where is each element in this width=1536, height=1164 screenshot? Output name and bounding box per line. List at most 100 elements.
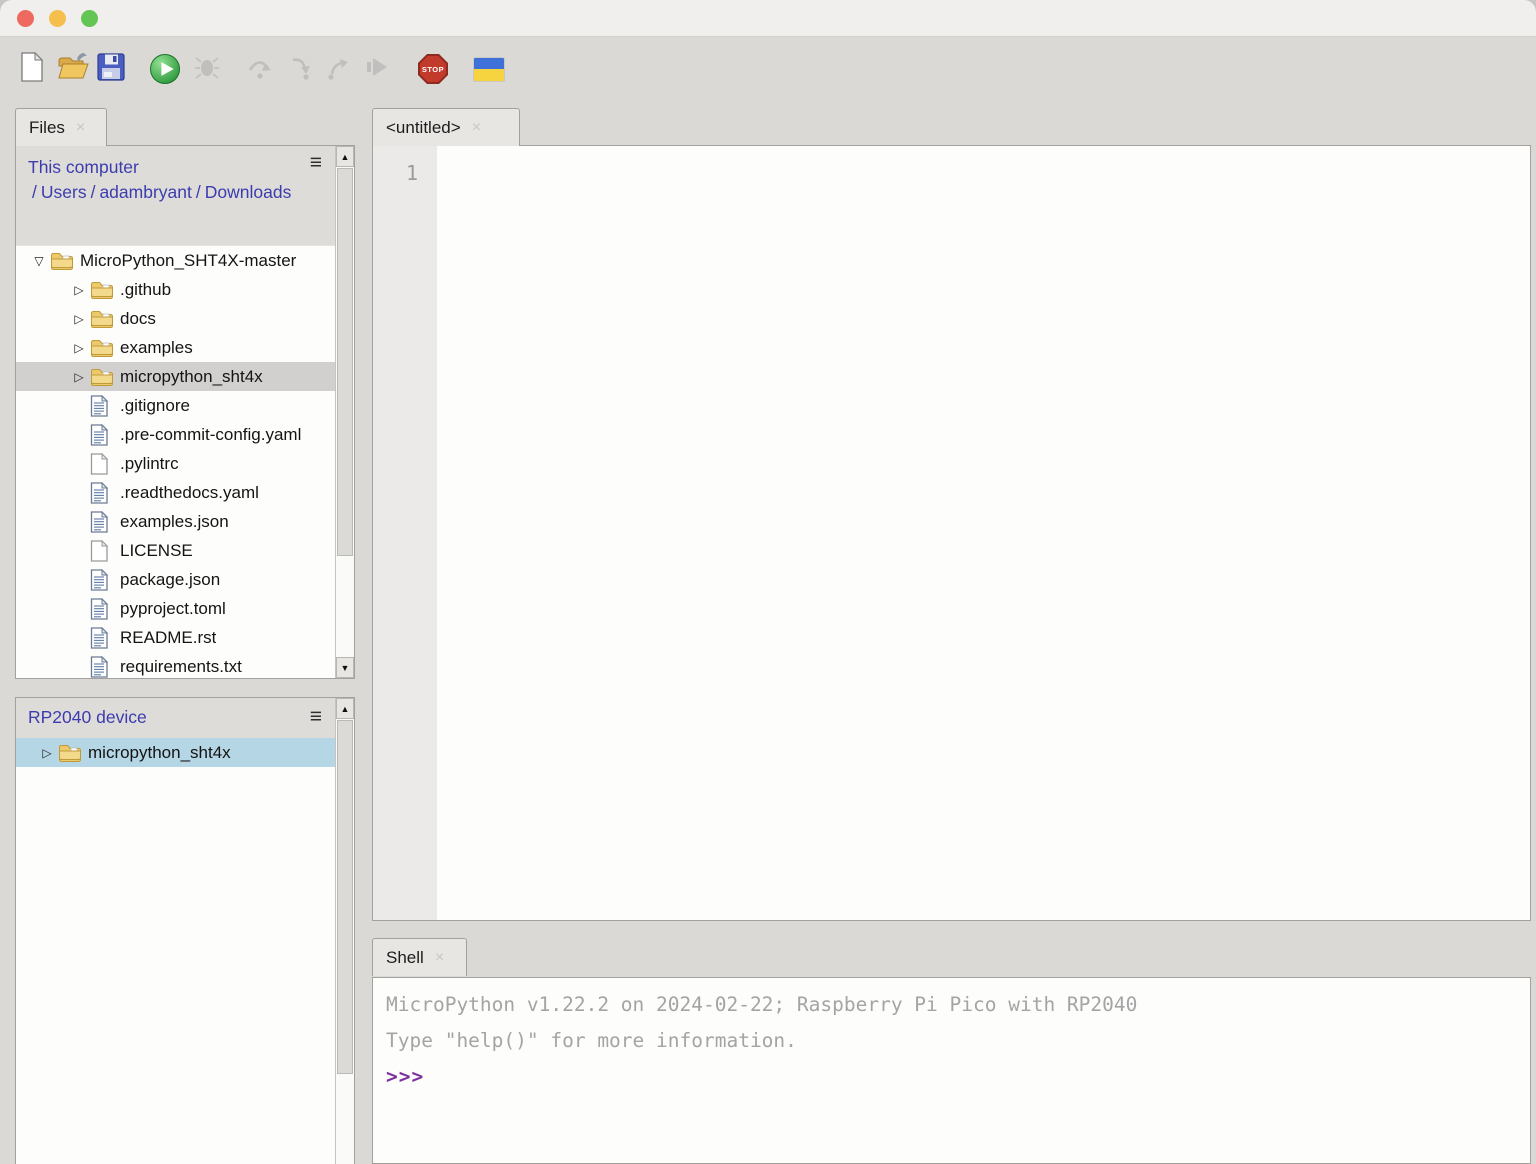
stop-restart-button[interactable]: STOP: [417, 53, 449, 85]
step-over-button[interactable]: [244, 53, 276, 85]
tree-item[interactable]: ▷ docs: [16, 304, 335, 333]
tree-item[interactable]: examples.json: [16, 507, 335, 536]
item-label: package.json: [120, 570, 220, 590]
minimize-window-button[interactable]: [49, 10, 66, 27]
tab-editor-untitled[interactable]: <untitled> ×: [372, 108, 520, 146]
item-icon: [50, 252, 74, 270]
device-panel: RP2040 device ≡ ▷ micropython_sht4x ▲: [15, 697, 355, 1164]
device-menu-button[interactable]: ≡: [310, 706, 322, 727]
tab-files[interactable]: Files ×: [15, 108, 107, 146]
tree-item[interactable]: .pylintrc: [16, 449, 335, 478]
shell-output-area[interactable]: MicroPython v1.22.2 on 2024-02-22; Raspb…: [372, 977, 1531, 1164]
tree-item[interactable]: .gitignore: [16, 391, 335, 420]
expander-triangle-icon[interactable]: ▷: [68, 341, 90, 355]
item-label: .gitignore: [120, 396, 190, 416]
breadcrumb-link[interactable]: adambryant: [99, 182, 191, 202]
line-number: 1: [373, 159, 418, 187]
item-label: pyproject.toml: [120, 599, 226, 619]
item-icon: [90, 569, 114, 591]
breadcrumb-separator: /: [91, 182, 96, 202]
new-file-button[interactable]: [16, 53, 48, 85]
item-label: micropython_sht4x: [120, 367, 263, 387]
editor-panel: 1: [372, 145, 1531, 921]
resume-icon: [364, 54, 390, 85]
item-icon: [90, 656, 114, 678]
device-scrollbar[interactable]: ▲: [335, 698, 354, 1164]
breadcrumb: This computer/Users/adambryant/Downloads: [28, 155, 283, 205]
run-button[interactable]: [149, 53, 181, 85]
item-label: README.rst: [120, 628, 216, 648]
tree-item[interactable]: requirements.txt: [16, 652, 335, 678]
item-icon: [90, 281, 114, 299]
line-number-gutter: 1: [373, 146, 437, 920]
tree-item[interactable]: ▽ MicroPython_SHT4X-master: [16, 246, 335, 275]
device-panel-header: RP2040 device ≡: [16, 698, 335, 738]
scrollbar-thumb[interactable]: [337, 168, 353, 556]
expander-triangle-icon[interactable]: ▷: [68, 283, 90, 297]
shell-prompt: >>>: [386, 1059, 1530, 1095]
shell-lines: MicroPython v1.22.2 on 2024-02-22; Raspb…: [386, 987, 1530, 1095]
item-label: examples.json: [120, 512, 229, 532]
breadcrumb-link[interactable]: Downloads: [205, 182, 292, 202]
step-out-button[interactable]: [321, 53, 353, 85]
tab-shell[interactable]: Shell ×: [372, 938, 467, 976]
breadcrumb-separator: /: [32, 182, 37, 202]
close-window-button[interactable]: [17, 10, 34, 27]
debug-button[interactable]: [191, 53, 223, 85]
scroll-up-icon[interactable]: ▲: [336, 698, 354, 719]
zoom-window-button[interactable]: [81, 10, 98, 27]
item-icon: [58, 744, 82, 762]
tree-item[interactable]: README.rst: [16, 623, 335, 652]
tab-close-icon[interactable]: ×: [472, 120, 481, 136]
tree-item[interactable]: ▷ .github: [16, 275, 335, 304]
tree-item[interactable]: ▷ examples: [16, 333, 335, 362]
title-bar[interactable]: [0, 0, 1536, 37]
scroll-down-icon[interactable]: ▼: [336, 657, 354, 678]
device-tree: ▷ micropython_sht4x: [16, 738, 335, 1164]
item-icon: [90, 482, 114, 504]
files-menu-button[interactable]: ≡: [310, 152, 322, 173]
files-scrollbar[interactable]: ▲ ▼: [335, 146, 354, 678]
tab-files-label: Files: [29, 118, 65, 138]
tree-item[interactable]: .pre-commit-config.yaml: [16, 420, 335, 449]
tree-item[interactable]: package.json: [16, 565, 335, 594]
save-file-button[interactable]: [95, 53, 127, 85]
item-label: .pre-commit-config.yaml: [120, 425, 301, 445]
expander-triangle-icon[interactable]: ▷: [68, 370, 90, 384]
breadcrumb-root-link[interactable]: This computer: [28, 157, 139, 177]
open-file-button[interactable]: [57, 53, 89, 85]
tab-close-icon[interactable]: ×: [76, 120, 85, 136]
item-icon: [90, 627, 114, 649]
breadcrumb-separator: /: [196, 182, 201, 202]
scroll-up-icon[interactable]: ▲: [336, 146, 354, 167]
step-into-button[interactable]: [286, 53, 318, 85]
breadcrumb-link[interactable]: Users: [41, 182, 87, 202]
expander-triangle-icon[interactable]: ▷: [68, 312, 90, 326]
item-label: .github: [120, 280, 171, 300]
line-numbers: 1: [373, 146, 437, 187]
item-icon: [90, 339, 114, 357]
tree-item[interactable]: ▷ micropython_sht4x: [16, 362, 335, 391]
support-ukraine-button[interactable]: [473, 53, 505, 85]
tab-editor-label: <untitled>: [386, 118, 461, 138]
tab-shell-label: Shell: [386, 948, 424, 968]
resume-button[interactable]: [361, 53, 393, 85]
item-icon: [90, 395, 114, 417]
expander-triangle-icon[interactable]: ▽: [28, 254, 50, 268]
item-icon: [90, 453, 114, 475]
open-folder-icon: [57, 53, 89, 85]
tree-item[interactable]: ▷ micropython_sht4x: [16, 738, 335, 767]
tree-item[interactable]: pyproject.toml: [16, 594, 335, 623]
ukraine-flag-icon: [474, 58, 504, 81]
run-icon: [150, 54, 180, 84]
item-icon: [90, 310, 114, 328]
tree-item[interactable]: LICENSE: [16, 536, 335, 565]
shell-output-line: Type "help()" for more information.: [386, 1023, 1530, 1059]
tree-item[interactable]: .readthedocs.yaml: [16, 478, 335, 507]
code-editor-area[interactable]: [437, 146, 1530, 920]
expander-triangle-icon[interactable]: ▷: [36, 746, 58, 760]
item-icon: [90, 368, 114, 386]
tab-close-icon[interactable]: ×: [435, 950, 444, 966]
scrollbar-thumb[interactable]: [337, 720, 353, 1074]
device-panel-title: RP2040 device: [28, 707, 147, 727]
